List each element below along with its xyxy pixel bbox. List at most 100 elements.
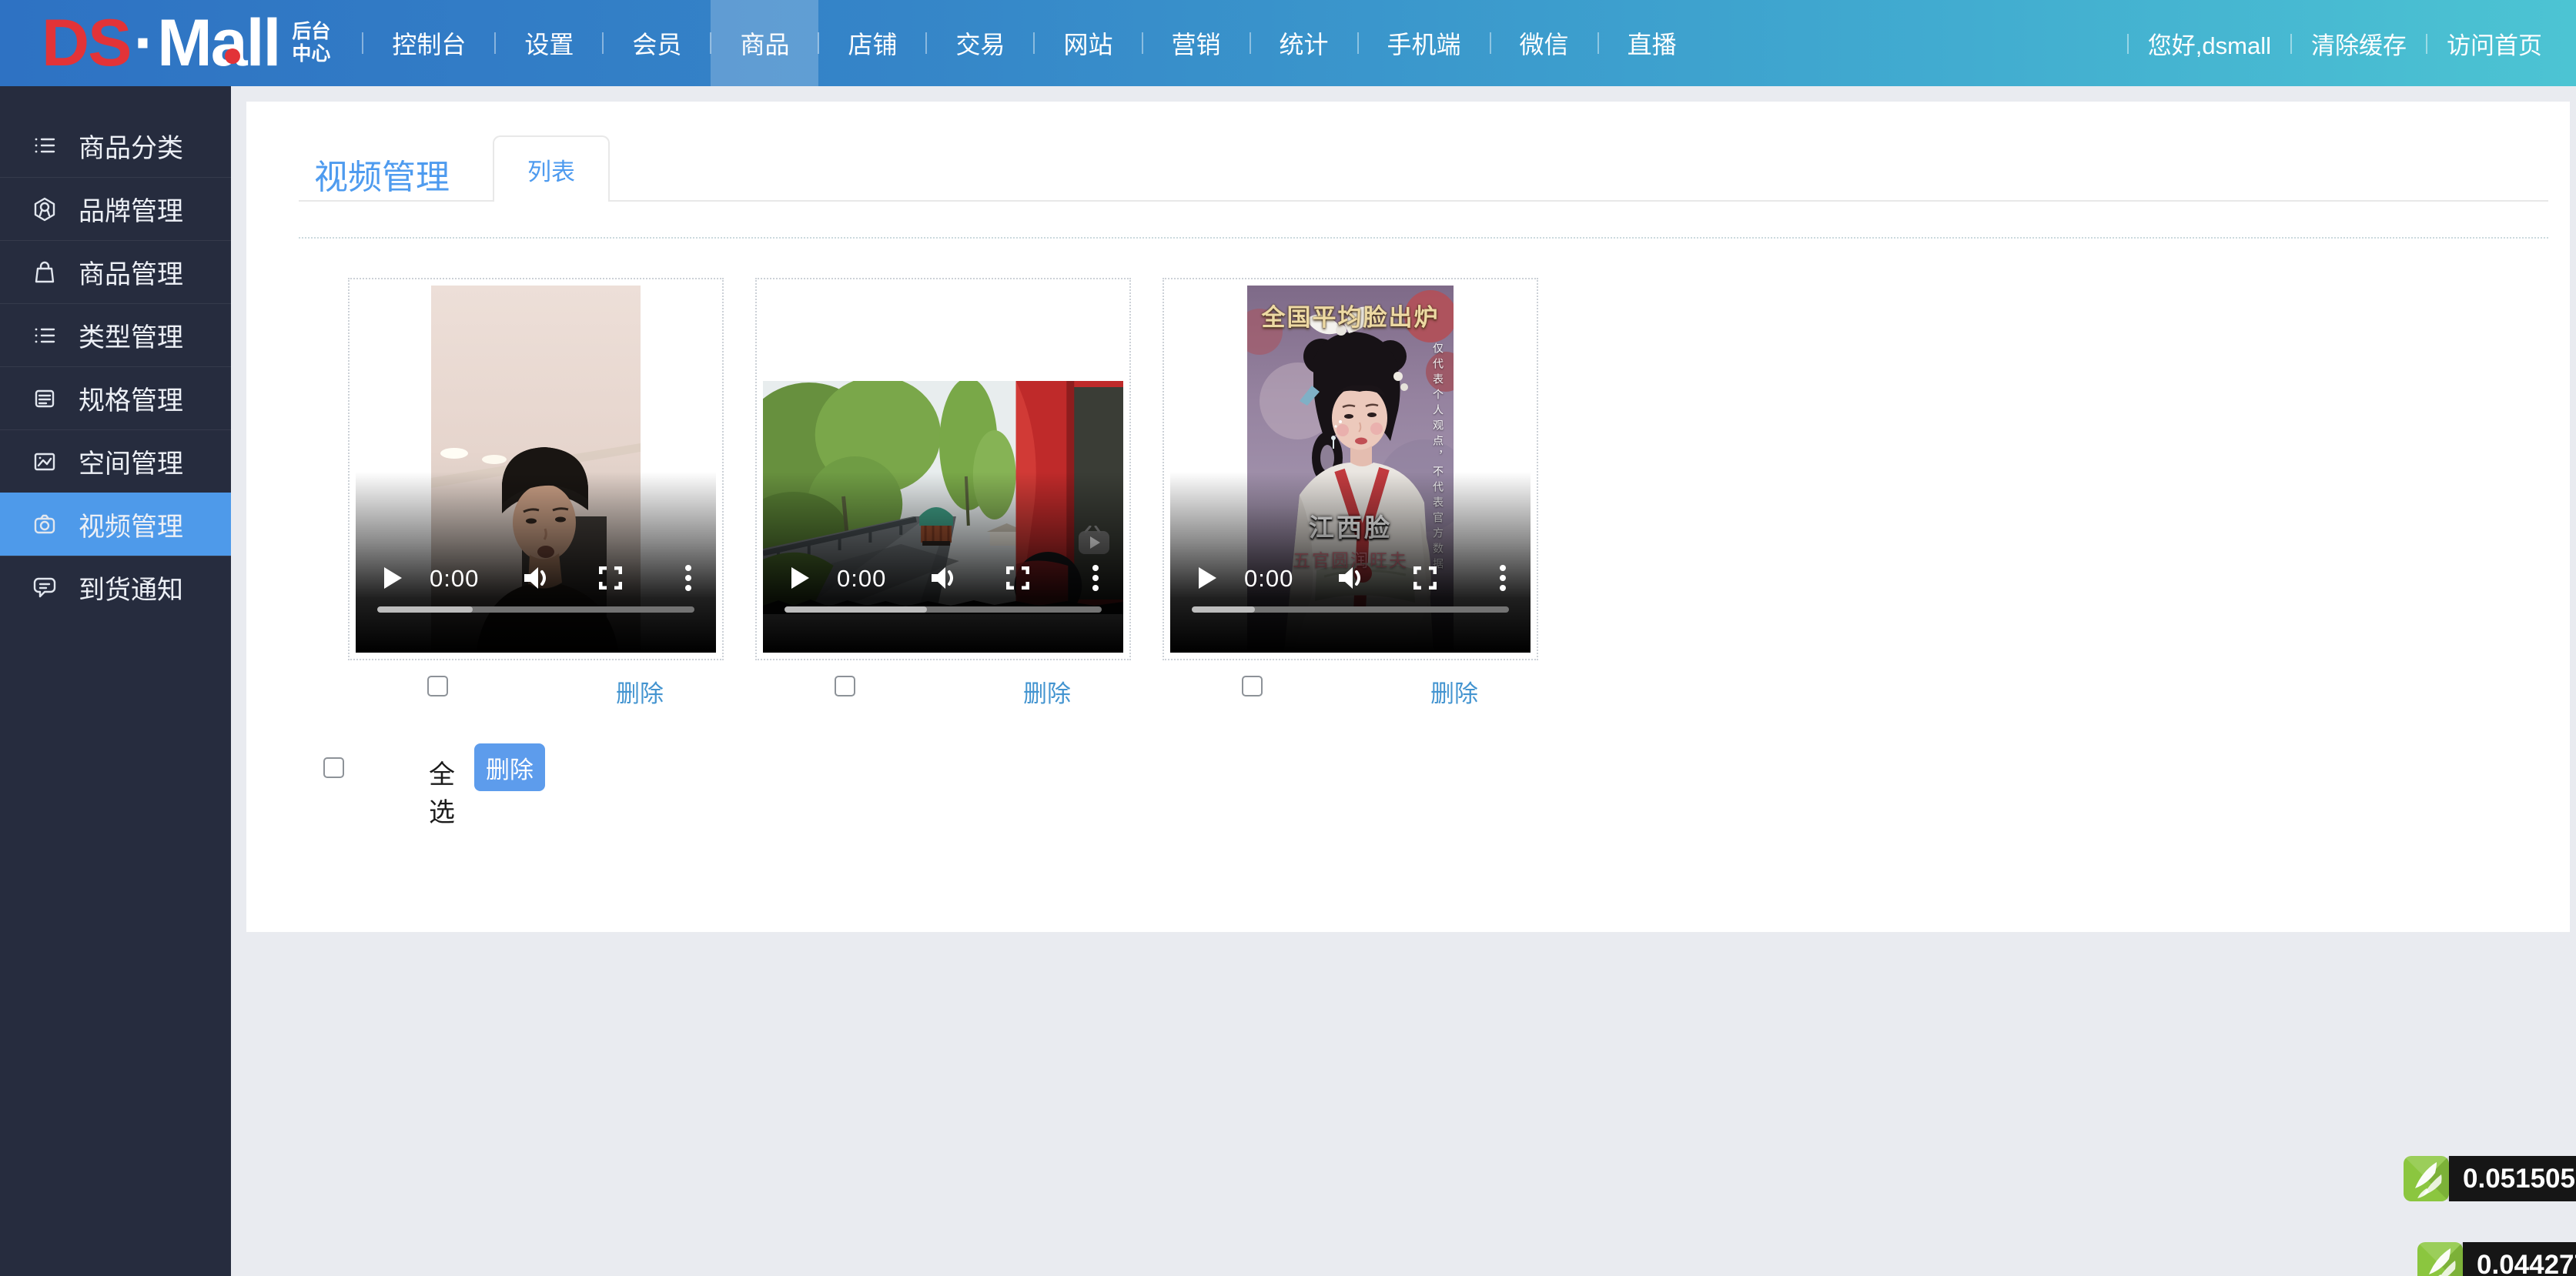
video-card: 0:00 删除: [348, 278, 724, 716]
sidebar-item-arrival-notice[interactable]: 到货通知: [0, 556, 231, 619]
sidebar-item-type-management[interactable]: 类型管理: [0, 303, 231, 366]
video-camera-icon: [31, 511, 59, 539]
topnav-item-trades[interactable]: 交易: [926, 0, 1034, 86]
topnav-item-mobile[interactable]: 手机端: [1358, 0, 1490, 86]
page-title: 视频管理: [314, 149, 450, 199]
sidebar-item-label: 商品分类: [79, 127, 183, 165]
topnav-item-marketing[interactable]: 营销: [1142, 0, 1250, 86]
logo-subtitle-line1: 后台: [292, 21, 330, 43]
topnav-item-console[interactable]: 控制台: [363, 0, 495, 86]
sidebar-item-goods-category[interactable]: 商品分类: [0, 114, 231, 177]
brand-logo[interactable]: DS · Mall 后台 中心: [0, 0, 330, 86]
visit-homepage-link[interactable]: 访问首页: [2427, 0, 2562, 86]
overflow-menu-icon[interactable]: [1500, 565, 1506, 595]
video-card-frame: 0:00: [755, 278, 1131, 660]
player-bottom-gradient: [356, 472, 716, 653]
fullscreen-icon[interactable]: [599, 566, 622, 593]
fullscreen-icon[interactable]: [1413, 566, 1437, 593]
topnav-item-statistics[interactable]: 统计: [1250, 0, 1358, 86]
topbar-greeting[interactable]: 您好,dsmall: [2128, 0, 2291, 86]
overflow-menu-icon[interactable]: [1092, 565, 1099, 595]
topbar-right: 您好,dsmall 清除缓存 访问首页: [2128, 0, 2576, 86]
trace-time-label: 0.044277s: [2463, 1242, 2576, 1276]
play-icon[interactable]: [382, 566, 403, 594]
section-divider: [299, 237, 2548, 239]
brand-logo-text: DS · Mall: [42, 10, 279, 76]
progress-bar[interactable]: [1192, 606, 1509, 613]
video-card: 全国平均脸出炉 仅代表个人观点，不代表官方数据 江西脸 五官圆润旺夫 0:00: [1163, 278, 1538, 716]
overflow-menu-icon[interactable]: [685, 565, 691, 595]
admin-screen: DS · Mall 后台 中心 控制台 设置 会员 商品 店铺 交易 网站 营销…: [0, 0, 2576, 1276]
progress-loaded: [1192, 606, 1255, 613]
goods-bag-icon: [31, 259, 59, 286]
video-select-checkbox[interactable]: [427, 676, 448, 696]
topbar: DS · Mall 后台 中心 控制台 设置 会员 商品 店铺 交易 网站 营销…: [0, 0, 2576, 86]
sidebar-item-brand-management[interactable]: 品牌管理: [0, 177, 231, 240]
category-list-icon: [31, 132, 59, 159]
sidebar-item-label: 规格管理: [79, 379, 183, 417]
trace-badge[interactable]: 0.044277s: [2417, 1242, 2576, 1276]
topnav-item-goods[interactable]: 商品: [711, 0, 818, 86]
spec-doc-icon: [31, 385, 59, 413]
video-select-checkbox[interactable]: [1242, 676, 1263, 696]
main-panel: 视频管理 列表: [246, 102, 2570, 932]
video-player[interactable]: 0:00: [356, 286, 716, 653]
sidebar-item-video-management[interactable]: 视频管理: [0, 493, 231, 556]
video-card-grid: 0:00 删除: [348, 278, 1538, 716]
time-display: 0:00: [837, 565, 886, 593]
logo-a-dot-icon: [225, 48, 240, 64]
sidebar-item-space-management[interactable]: 空间管理: [0, 429, 231, 493]
topnav-item-wechat[interactable]: 微信: [1490, 0, 1598, 86]
play-icon[interactable]: [789, 566, 811, 594]
fullscreen-icon[interactable]: [1006, 566, 1029, 593]
bulk-delete-button[interactable]: 删除: [474, 743, 545, 791]
tabbar-underline: [299, 200, 2548, 202]
video-overlay-title: 全国平均脸出炉: [1262, 298, 1440, 332]
progress-loaded: [377, 606, 473, 613]
player-controls: 0:00: [1170, 563, 1531, 594]
logo-ds: DS: [42, 10, 130, 76]
logo-subtitle: 后台 中心: [292, 21, 330, 65]
volume-icon[interactable]: [1336, 564, 1365, 596]
select-all-checkbox[interactable]: [323, 757, 344, 778]
sidebar-item-label: 到货通知: [79, 569, 183, 606]
video-player[interactable]: 0:00: [763, 286, 1123, 653]
volume-icon[interactable]: [521, 564, 550, 596]
video-player[interactable]: 全国平均脸出炉 仅代表个人观点，不代表官方数据 江西脸 五官圆润旺夫 0:00: [1170, 286, 1531, 653]
player-controls: 0:00: [356, 563, 716, 594]
video-card-frame: 全国平均脸出炉 仅代表个人观点，不代表官方数据 江西脸 五官圆润旺夫 0:00: [1163, 278, 1538, 660]
topnav-item-stores[interactable]: 店铺: [818, 0, 926, 86]
video-select-checkbox[interactable]: [835, 676, 855, 696]
sidebar-item-spec-management[interactable]: 规格管理: [0, 366, 231, 429]
sidebar-item-goods-management[interactable]: 商品管理: [0, 240, 231, 303]
delete-video-link[interactable]: 删除: [1023, 674, 1071, 709]
trace-badge[interactable]: 0.051505s: [2404, 1156, 2576, 1201]
progress-loaded: [785, 606, 927, 613]
sidebar-item-label: 类型管理: [79, 316, 183, 354]
delete-video-link[interactable]: 删除: [616, 674, 664, 709]
notify-comment-icon: [31, 574, 59, 602]
trace-leaf-icon: [2404, 1156, 2449, 1201]
clear-cache-link[interactable]: 清除缓存: [2291, 0, 2427, 86]
logo-subtitle-line2: 中心: [292, 43, 330, 65]
topnav-item-live[interactable]: 直播: [1598, 0, 1706, 86]
video-actions-row: 删除: [1163, 673, 1538, 716]
sidebar-item-label: 空间管理: [79, 443, 183, 480]
volume-icon[interactable]: [928, 564, 958, 596]
type-list-icon: [31, 322, 59, 349]
sidebar-item-label: 品牌管理: [79, 190, 183, 228]
video-actions-row: 删除: [755, 673, 1131, 716]
progress-bar[interactable]: [377, 606, 694, 613]
topnav-item-members[interactable]: 会员: [603, 0, 711, 86]
topnav-item-website[interactable]: 网站: [1034, 0, 1142, 86]
time-display: 0:00: [1244, 565, 1293, 593]
tab-list[interactable]: 列表: [493, 135, 610, 202]
video-card-frame: 0:00: [348, 278, 724, 660]
sidebar-item-label: 商品管理: [79, 253, 183, 291]
progress-bar[interactable]: [785, 606, 1102, 613]
brand-badge-icon: [31, 195, 59, 223]
delete-video-link[interactable]: 删除: [1430, 674, 1478, 709]
player-controls: 0:00: [763, 563, 1123, 594]
play-icon[interactable]: [1196, 566, 1218, 594]
topnav-item-settings[interactable]: 设置: [495, 0, 603, 86]
